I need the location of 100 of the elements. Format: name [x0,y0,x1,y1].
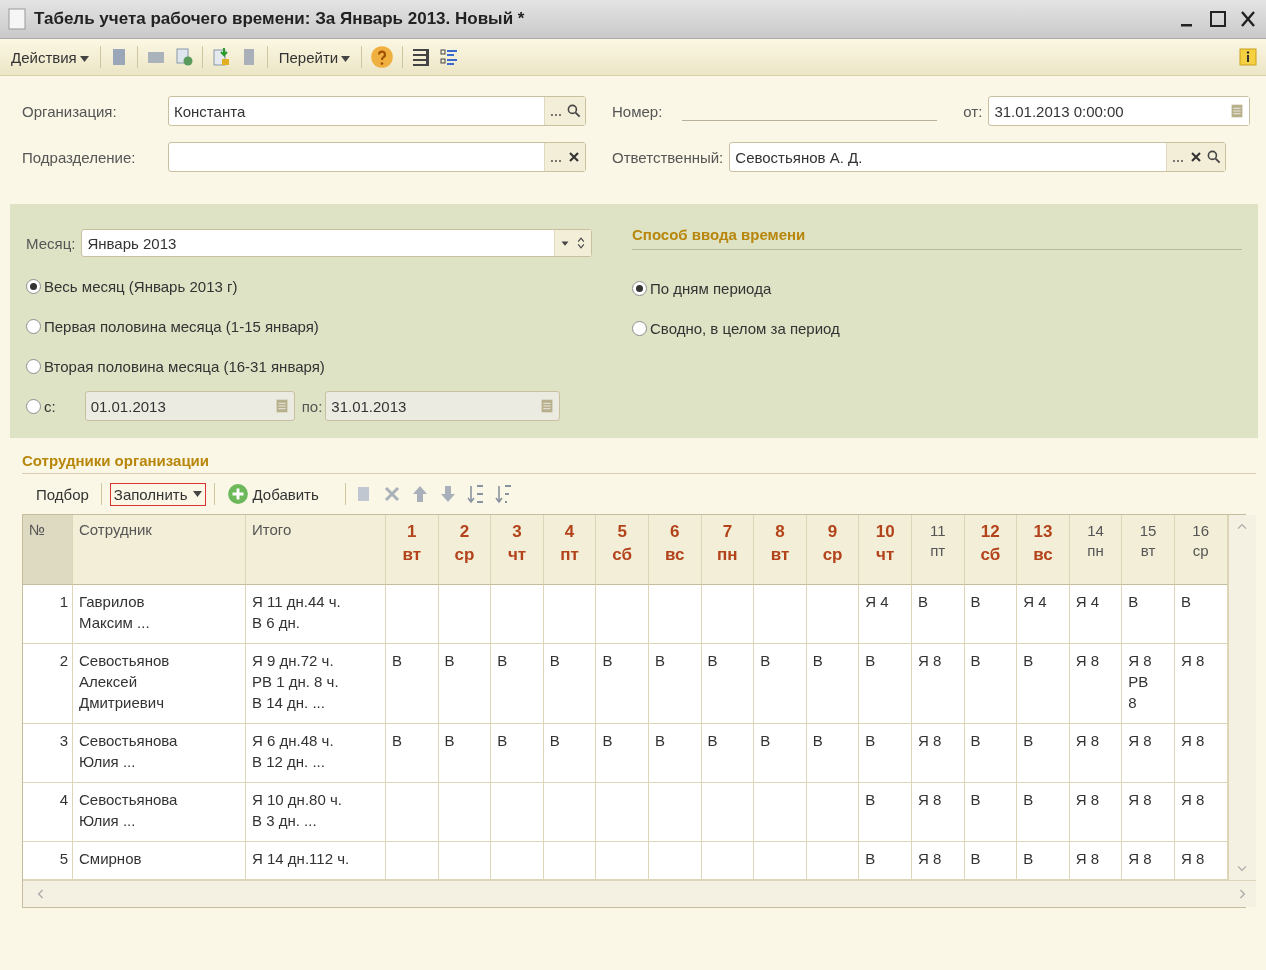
day-header[interactable]: 1 вт [386,515,439,585]
radio-label[interactable]: Вторая половина месяца (16-31 января) [44,357,325,375]
table-cell: В [438,644,492,724]
section-title: Сотрудники организации [22,452,1256,474]
field-label: по: [301,397,323,415]
total-cell: Я 9 дн.72 ч. РВ 1 дн. 8 ч. В 14 дн. ... [246,644,386,724]
table-cell: 3 [23,724,73,783]
table-cell: В [1017,644,1070,724]
close-icon[interactable] [1238,9,1258,29]
from-date-field[interactable]: 01.01.2013 [84,391,295,421]
radio-button[interactable] [632,320,647,336]
day-header[interactable]: 14 пн [1069,515,1123,585]
employee-cell: Севостьянова Юлия ... [73,724,246,783]
radio-label[interactable]: Сводно, в целом за период [650,319,840,337]
radio-button[interactable] [26,398,41,414]
sort-ascending-icon[interactable] [465,484,486,504]
table-cell: В [859,783,912,842]
table-cell: В [806,724,860,783]
radio-button[interactable] [632,280,647,296]
vertical-scrollbar[interactable] [1227,515,1256,880]
radio-label[interactable]: Первая половина месяца (1-15 января) [44,317,319,335]
fill-button[interactable]: Заполнить [109,482,207,506]
day-header[interactable]: 3 чт [491,515,544,585]
radio-label[interactable]: с: [44,397,56,415]
caret-icon [341,55,351,62]
day-header[interactable]: 9 ср [806,515,860,585]
date-field[interactable]: 31.01.2013 0:00:00 [988,96,1251,126]
day-header[interactable]: 6 вс [648,515,702,585]
table-cell: В [438,724,492,783]
day-header[interactable]: 16 ср [1174,515,1228,585]
pick-button[interactable]: Подбор [32,482,93,506]
day-header[interactable]: 4 пт [543,515,597,585]
total-cell: Я 11 дн.44 ч. В 6 дн. [246,585,386,644]
field-label: от: [963,102,983,120]
responsible-field[interactable]: Севостьянов А. Д. [729,142,1227,172]
table-cell: Я 8 [911,783,965,842]
day-header[interactable]: 13 вс [1017,515,1070,585]
day-header[interactable]: 11 пт [911,515,965,585]
add-button[interactable]: Добавить [223,480,323,508]
day-header[interactable]: 12 сб [964,515,1018,585]
table-cell: В [964,585,1018,644]
table-cell [754,585,807,644]
table-cell [596,585,649,644]
table-cell: Я 8 [1069,644,1123,724]
column-header[interactable]: Итого [246,515,386,585]
organization-field[interactable]: Константа [168,96,586,126]
table-cell: В [386,644,439,724]
day-header[interactable]: 5 сб [596,515,649,585]
list-icon[interactable] [411,47,432,67]
radio-label[interactable]: Весь месяц (Январь 2013 г) [44,277,238,295]
table-cell: Я 4 [859,585,912,644]
column-header[interactable]: № [23,515,73,585]
maximize-icon[interactable] [1208,9,1228,29]
employee-cell: Севостьянов Алексей Дмитриевич [73,644,246,724]
info-icon[interactable] [1238,47,1258,67]
table-cell [754,783,807,842]
table-cell: Я 8 [911,724,965,783]
goto-menu[interactable]: Перейти [275,46,354,68]
day-header[interactable]: 8 вт [754,515,807,585]
field-label: Организация: [22,102,118,120]
table-cell: Я 8 [1174,644,1228,724]
field-label: Номер: [612,102,663,120]
radio-button[interactable] [26,318,41,334]
table-cell: В [491,644,544,724]
table-cell: В [648,724,702,783]
column-header[interactable]: Сотрудник [73,515,246,585]
total-cell: Я 10 дн.80 ч. В 3 дн. ... [246,783,386,842]
field-label: Месяц: [26,234,76,252]
table-cell [648,783,702,842]
table-cell: Я 4 [1069,585,1123,644]
table-cell: В [964,783,1018,842]
table-cell [596,783,649,842]
day-header[interactable]: 7 пн [701,515,755,585]
table-cell: В [859,644,912,724]
add-icon[interactable] [227,483,250,505]
post-icon[interactable] [210,47,231,67]
sort-descending-icon[interactable] [493,484,514,504]
radio-button[interactable] [26,358,41,374]
to-date-field[interactable]: 31.01.2013 [325,391,561,421]
day-header[interactable]: 15 вт [1122,515,1175,585]
radio-label[interactable]: По дням периода [650,279,772,297]
section-title: Способ ввода времени [632,220,1242,250]
table-cell: Я 8 [1174,724,1228,783]
table-cell [701,783,755,842]
table-cell: В [543,724,597,783]
day-header[interactable]: 10 чт [859,515,912,585]
table-cell [491,783,544,842]
table-cell: 4 [23,783,73,842]
table-cell: В [806,644,860,724]
table-cell: Я 8 [1069,724,1123,783]
table-cell [701,585,755,644]
horizontal-scrollbar[interactable] [23,880,1256,907]
month-field[interactable]: Январь 2013 [81,229,592,257]
radio-button[interactable] [26,278,41,294]
day-header[interactable]: 2 ср [438,515,492,585]
subdivision-field[interactable] [168,142,586,172]
checklist-icon[interactable] [439,47,460,67]
table-cell: В [491,724,544,783]
help-icon[interactable] [370,45,395,69]
actions-menu[interactable]: Действия [8,46,92,68]
